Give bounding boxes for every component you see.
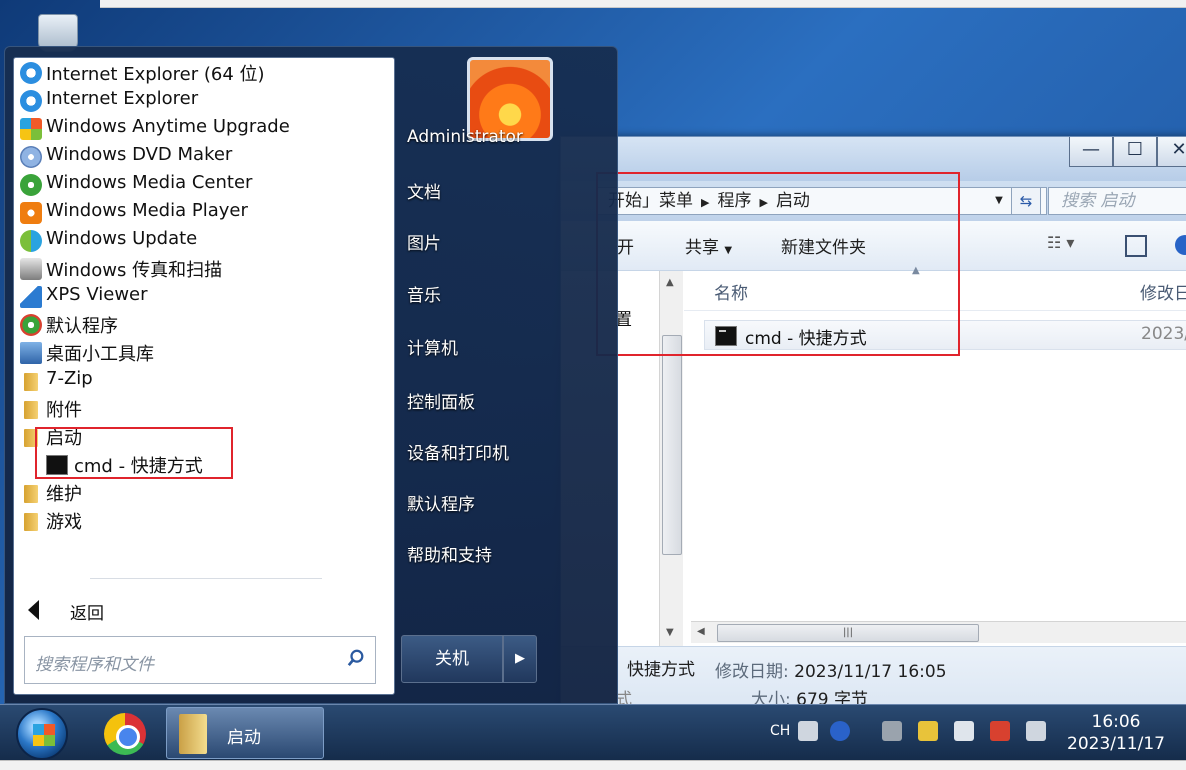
keyboard-icon[interactable] <box>798 721 818 741</box>
highlight-box-startup <box>35 427 233 479</box>
desktop-top-strip <box>100 0 1186 8</box>
program-label: Windows DVD Maker <box>46 144 233 165</box>
folder-icon <box>179 714 207 754</box>
back-label: 返回 <box>70 604 104 624</box>
right-item-devices-printers[interactable]: 设备和打印机 <box>407 439 509 464</box>
start-menu: Internet Explorer (64 位) Internet Explor… <box>4 46 618 704</box>
program-label: 附件 <box>46 400 82 421</box>
back-arrow-icon <box>28 600 39 620</box>
xps-viewer-icon <box>20 286 42 308</box>
minimize-button[interactable]: — <box>1069 137 1113 167</box>
folder-icon <box>24 485 38 503</box>
right-item-documents[interactable]: 文档 <box>407 178 441 203</box>
right-item-default-programs[interactable]: 默认程序 <box>407 490 475 515</box>
column-date-modified[interactable]: 修改日 <box>1140 279 1186 304</box>
dvd-maker-icon <box>20 146 42 168</box>
nav-scroll-thumb[interactable] <box>662 335 682 555</box>
program-label: 7-Zip <box>46 368 93 389</box>
right-item-music[interactable]: 音乐 <box>407 281 441 306</box>
bottom-status-strip <box>0 760 1186 770</box>
program-label: XPS Viewer <box>46 284 148 305</box>
gadgets-icon <box>20 342 42 364</box>
help-icon[interactable] <box>830 721 850 741</box>
volume-icon[interactable] <box>954 721 974 741</box>
program-label: Internet Explorer <box>46 88 199 109</box>
ie-icon <box>20 90 42 112</box>
program-label: 桌面小工具库 <box>46 344 154 365</box>
program-label: Windows Media Player <box>46 200 248 221</box>
horizontal-scrollbar[interactable]: ◀ ||| <box>691 621 1186 643</box>
program-label: Windows Anytime Upgrade <box>46 116 290 137</box>
search-placeholder: 搜索程序和文件 <box>35 655 154 675</box>
folder-icon <box>24 401 38 419</box>
clock-date: 2023/11/17 <box>1067 734 1165 754</box>
warning-icon[interactable] <box>918 721 938 741</box>
taskbar: 启动 CH 16:06 2023/11/17 <box>0 704 1186 760</box>
modified-value: 2023/11/17 16:05 <box>794 662 947 682</box>
address-dropdown-icon[interactable]: ▼ <box>989 187 1009 215</box>
details-file-name: 快捷方式 <box>627 660 695 680</box>
program-label: 维护 <box>46 484 82 505</box>
taskbar-explorer-button[interactable]: 启动 <box>166 707 324 759</box>
media-center-icon <box>20 174 42 196</box>
right-item-control-panel[interactable]: 控制面板 <box>407 388 475 413</box>
modified-label: 修改日期: <box>715 662 789 682</box>
programs-pane: Internet Explorer (64 位) Internet Explor… <box>13 57 395 695</box>
shutdown-button[interactable]: 关机 <box>401 635 503 683</box>
refresh-icon[interactable]: ⇆ <box>1011 187 1041 215</box>
scroll-down-icon[interactable]: ▼ <box>666 627 674 638</box>
recycle-bin-icon[interactable] <box>30 10 90 52</box>
ie-icon <box>20 62 42 84</box>
help-icon[interactable] <box>1175 235 1186 255</box>
clock-time: 16:06 <box>1091 712 1141 732</box>
taskbar-explorer-label: 启动 <box>227 728 261 748</box>
right-item-pictures[interactable]: 图片 <box>407 229 441 254</box>
menu-divider <box>90 578 322 579</box>
default-programs-icon <box>20 314 42 336</box>
program-label: Internet Explorer (64 位) <box>46 64 265 85</box>
explorer-search-input[interactable]: 搜索 启动 <box>1048 187 1186 215</box>
start-orb-button[interactable] <box>16 708 68 760</box>
user-name[interactable]: Administrator <box>407 127 523 147</box>
folder-icon <box>24 513 38 531</box>
details-modified: 修改日期: 2023/11/17 16:05 <box>715 657 947 682</box>
program-label: 默认程序 <box>46 316 118 337</box>
preview-pane-icon[interactable] <box>1125 235 1147 257</box>
windows-update-icon <box>20 230 42 252</box>
highlight-box-explorer <box>596 172 960 356</box>
fax-scan-icon <box>20 258 42 280</box>
search-icon <box>347 649 364 667</box>
details-pane: 快捷方式 修改日期: 2023/11/17 16:05 大小: 679 字节 式 <box>561 646 1186 711</box>
horizontal-scroll-thumb[interactable]: ||| <box>717 624 979 642</box>
action-center-flag-icon[interactable] <box>990 721 1010 741</box>
display-icon[interactable] <box>1026 721 1046 741</box>
chrome-icon[interactable] <box>104 713 146 755</box>
program-label: Windows 传真和扫描 <box>46 260 223 281</box>
maximize-button[interactable]: ☐ <box>1113 137 1157 167</box>
program-label: 游戏 <box>46 512 82 533</box>
folder-icon <box>24 373 38 391</box>
language-indicator[interactable]: CH <box>770 723 790 739</box>
clock[interactable]: 16:06 2023/11/17 <box>1056 711 1176 755</box>
file-date: 2023/ <box>1141 324 1186 344</box>
right-item-help-support[interactable]: 帮助和支持 <box>407 541 492 566</box>
scroll-left-icon[interactable]: ◀ <box>697 626 705 637</box>
program-label: Windows Update <box>46 228 198 249</box>
view-options-icon[interactable]: ☷ ▾ <box>1047 233 1074 252</box>
windows-logo-icon <box>33 724 55 746</box>
close-button[interactable]: ✕ <box>1157 137 1186 167</box>
network-icon[interactable] <box>882 721 902 741</box>
start-search-input[interactable]: 搜索程序和文件 <box>24 636 376 684</box>
shutdown-options-icon[interactable]: ▶ <box>503 635 537 683</box>
program-label: Windows Media Center <box>46 172 253 193</box>
anytime-upgrade-icon <box>20 118 42 140</box>
right-item-computer[interactable]: 计算机 <box>407 334 458 359</box>
media-player-icon <box>20 202 42 224</box>
